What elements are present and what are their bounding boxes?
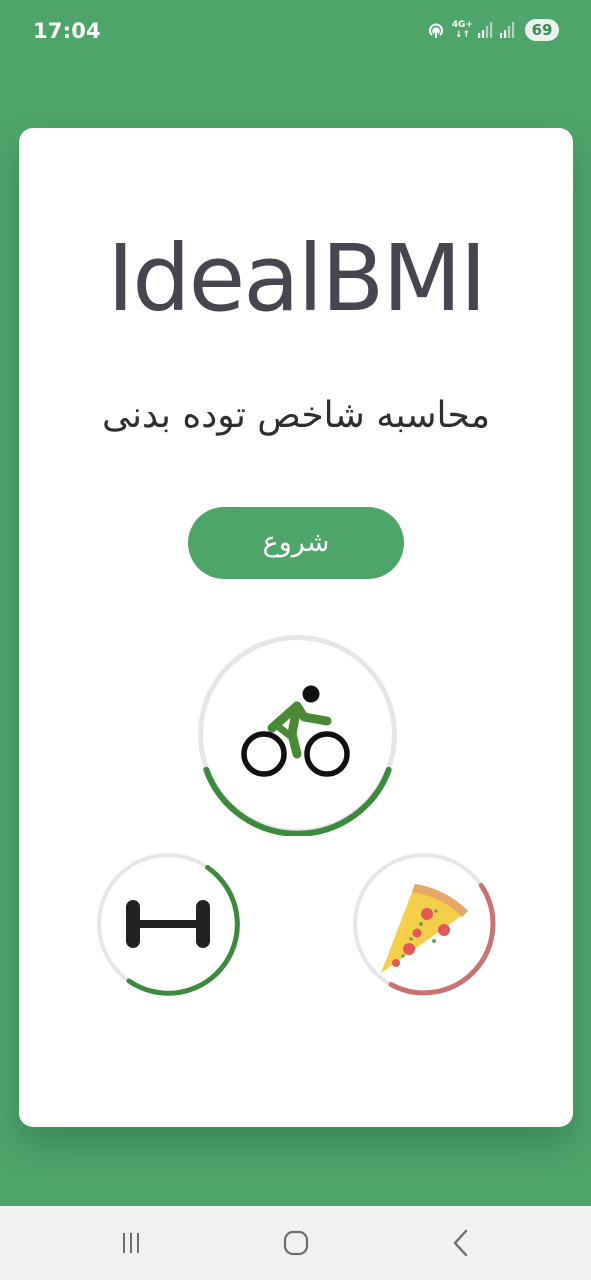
signal-icon bbox=[477, 21, 493, 39]
recent-apps-button[interactable] bbox=[111, 1228, 151, 1258]
status-bar: 17:04 4G+ ↓↑ 69 bbox=[0, 0, 591, 62]
bike-ring bbox=[196, 633, 399, 836]
home-button[interactable] bbox=[276, 1228, 316, 1258]
dumbbell-ring bbox=[95, 851, 241, 997]
app-title: IdealBMI bbox=[107, 225, 487, 332]
battery-icon: 69 bbox=[525, 19, 559, 41]
pizza-ring bbox=[351, 851, 497, 997]
dumbbell-icon bbox=[126, 900, 210, 948]
hotspot-icon bbox=[426, 20, 446, 40]
signal-icon-2 bbox=[499, 21, 515, 39]
navigation-bar bbox=[0, 1206, 591, 1280]
pizza-icon bbox=[381, 884, 468, 973]
status-time: 17:04 bbox=[33, 19, 101, 43]
app-subtitle: محاسبه شاخص توده بدنی bbox=[101, 395, 491, 436]
bicycle-icon bbox=[241, 685, 350, 777]
network-type: 4G+ ↓↑ bbox=[452, 20, 473, 40]
status-icons: 4G+ ↓↑ 69 bbox=[426, 19, 559, 41]
back-icon bbox=[453, 1229, 468, 1257]
network-activity-arrows: ↓↑ bbox=[454, 30, 470, 40]
main-card: IdealBMI محاسبه شاخص توده بدنی شروع bbox=[19, 128, 573, 1127]
recent-apps-icon bbox=[123, 1233, 139, 1253]
back-button[interactable] bbox=[441, 1228, 481, 1258]
network-type-label: 4G+ bbox=[451, 20, 473, 30]
home-icon bbox=[283, 1230, 309, 1256]
start-button[interactable]: شروع bbox=[188, 507, 404, 579]
